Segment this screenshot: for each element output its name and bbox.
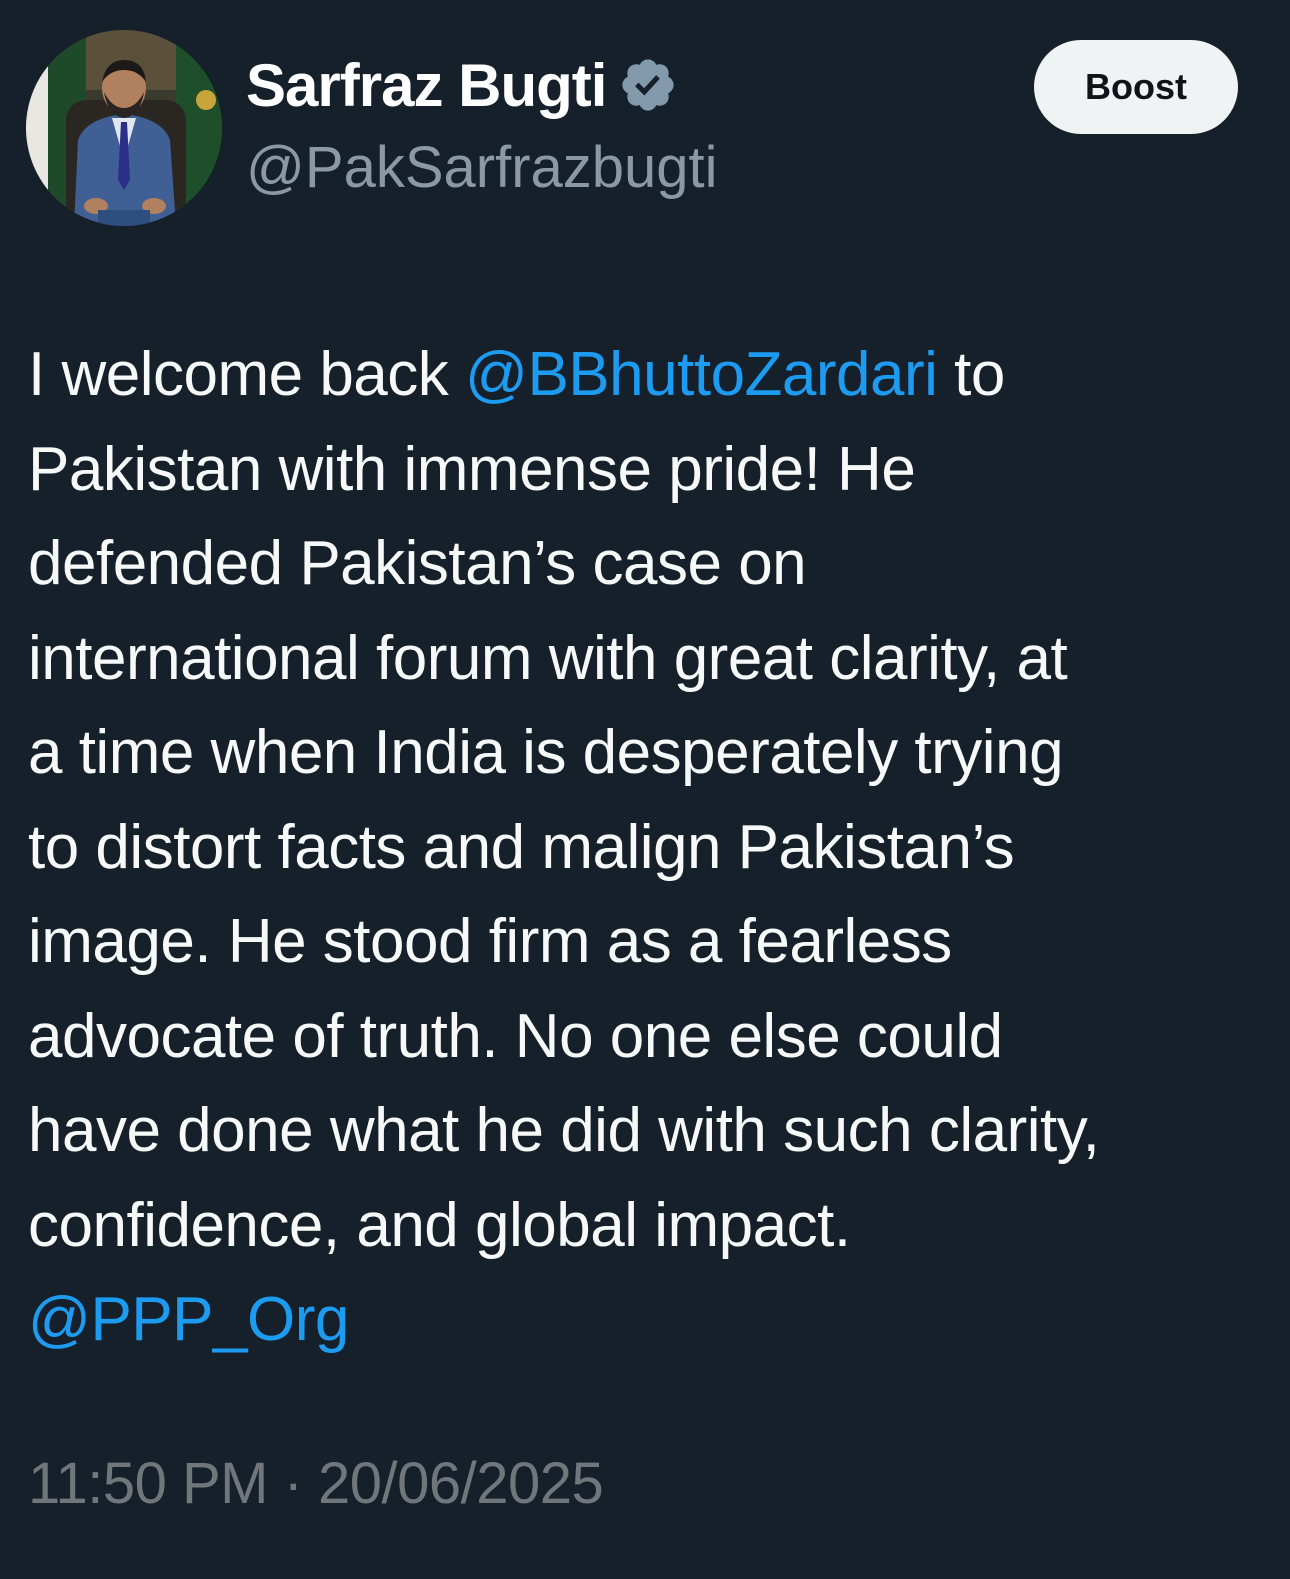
post-line: confidence, and global impact. — [28, 1190, 851, 1260]
text-segment: I welcome back — [28, 340, 466, 409]
name-row: Sarfraz Bugti — [246, 51, 718, 120]
author-identity: Sarfraz Bugti @PakSarfrazbugti — [246, 52, 718, 201]
text-segment: to — [937, 340, 1005, 409]
boost-button[interactable]: Boost — [1034, 40, 1238, 134]
post-line: Pakistan with immense pride! He — [28, 434, 916, 504]
verified-badge-icon[interactable] — [618, 55, 678, 115]
display-name[interactable]: Sarfraz Bugti — [246, 51, 607, 120]
post-line: to distort facts and malign Pakistan’s — [28, 812, 1015, 882]
post-line: international forum with great clarity, … — [28, 623, 1068, 693]
post-line: defended Pakistan’s case on — [28, 529, 807, 598]
post-line: a time when India is desperately trying — [28, 718, 1064, 787]
mention-link[interactable]: @BBhuttoZardari — [465, 340, 938, 409]
post-line: advocate of truth. No one else could — [28, 1001, 1003, 1071]
post-timestamp[interactable]: 11:50 PM · 20/06/2025 — [28, 1450, 604, 1517]
avatar[interactable] — [26, 30, 222, 226]
post-line: image. He stood firm as a fearless — [28, 907, 952, 976]
post-header: Sarfraz Bugti @PakSarfrazbugti Boost — [26, 30, 1238, 230]
avatar-image — [26, 30, 222, 226]
mention-link[interactable]: @PPP_Org — [28, 1273, 1268, 1368]
post-text: I welcome back @BBhuttoZardari to Pakist… — [28, 328, 1268, 1368]
post-line: I welcome back @BBhuttoZardari to — [28, 328, 1268, 423]
author-handle[interactable]: @PakSarfrazbugti — [246, 134, 718, 201]
post-line: have done what he did with such clarity, — [28, 1096, 1100, 1165]
